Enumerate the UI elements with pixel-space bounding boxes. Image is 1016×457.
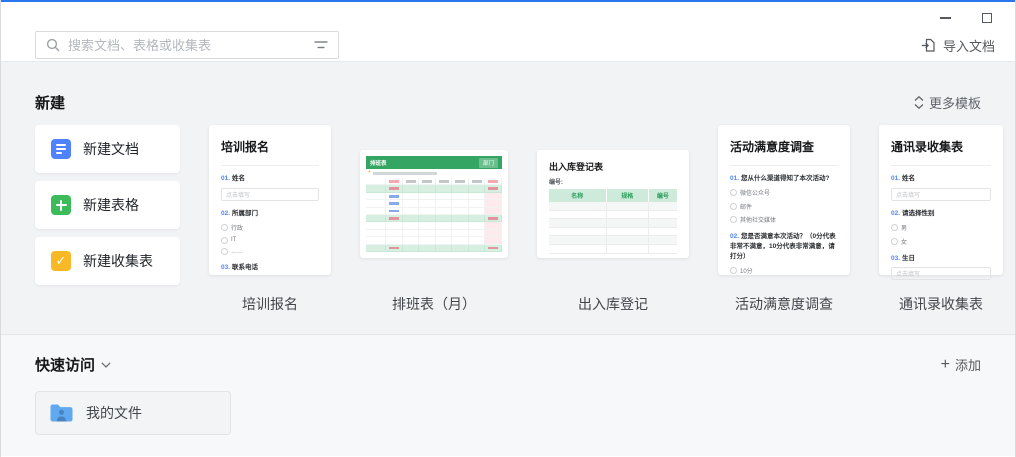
import-doc-button[interactable]: 导入文档 (921, 36, 995, 55)
template-caption: 排班表（月） (392, 294, 476, 314)
add-button[interactable]: + 添加 (941, 355, 981, 374)
new-section: 新建 更多模板 新建文档 新建表格 (1, 62, 1015, 334)
add-label: 添加 (955, 355, 981, 374)
radio-option: 邮件 (730, 202, 838, 211)
radio-option: 10分 (730, 266, 838, 275)
my-files-label: 我的文件 (86, 403, 142, 423)
radio-option: 微信公众号 (730, 188, 838, 197)
template-card-training-signup[interactable]: 培训报名 01.姓名 点击填写 02.所属部门 行政 IT …… 03.联系电话 (209, 125, 331, 275)
field-label: 01.姓名 (221, 174, 319, 184)
folder-user-icon (49, 403, 74, 423)
table-row (549, 228, 677, 237)
new-sheet-label: 新建表格 (83, 195, 139, 215)
new-form-button[interactable]: ✓ 新建收集表 (35, 237, 180, 285)
sheet-title-bar: 排班表 部门 (366, 156, 502, 169)
radio-option: 男 (891, 223, 991, 232)
field-label: 02.所属部门 (221, 209, 319, 219)
template-caption: 培训报名 (242, 294, 298, 314)
radio-option: …… (221, 248, 319, 255)
table-header: 名称 规格 编号 (549, 189, 677, 202)
window-controls (931, 8, 1001, 28)
question-label: 02.您是否满意本次活动？（0分代表非常不满意，10分代表非常满意，请打分） (730, 232, 838, 261)
template-caption: 活动满意度调查 (735, 294, 833, 314)
new-doc-button[interactable]: 新建文档 (35, 125, 180, 173)
radio-option: 女 (891, 237, 991, 246)
template-inventory-register: 出入库登记表 编号: 名称 规格 编号 出入库登记 (537, 125, 689, 314)
radio-option: IT (221, 237, 319, 244)
import-icon (921, 38, 936, 53)
maximize-icon (982, 13, 992, 23)
template-card-satisfaction-survey[interactable]: 活动满意度调查 01.您从什么渠道得知了本次活动? 微信公众号 邮件 其他社交媒… (718, 125, 850, 275)
create-buttons-column: 新建文档 新建表格 ✓ 新建收集表 (35, 125, 180, 285)
sort-arrows-icon (914, 96, 924, 109)
radio-option: 行政 (221, 223, 319, 232)
mini-input: 点击填写 (891, 188, 991, 201)
question-label: 01.您从什么渠道得知了本次活动? (730, 174, 838, 184)
search-input[interactable] (68, 38, 306, 53)
table-row (549, 219, 677, 228)
field-label: 03.生日 (891, 254, 991, 264)
preview-title: 通讯录收集表 (891, 138, 991, 155)
chevron-down-icon (101, 362, 111, 368)
sheet-dept-label: 部门 (479, 158, 498, 168)
template-satisfaction-survey: 活动满意度调查 01.您从什么渠道得知了本次活动? 微信公众号 邮件 其他社交媒… (718, 125, 850, 314)
template-card-monthly-schedule[interactable]: 排班表 部门 * (360, 150, 508, 258)
radio-option: 其他社交媒体 (730, 215, 838, 224)
template-monthly-schedule: 排班表 部门 * 排班表（月） (360, 125, 508, 314)
template-training-signup: 培训报名 01.姓名 点击填写 02.所属部门 行政 IT …… 03.联系电话… (209, 125, 331, 314)
doc-icon (51, 139, 71, 159)
import-doc-label: 导入文档 (943, 36, 995, 55)
preview-title: 出入库登记表 (549, 160, 677, 173)
mini-input: 点击填写 (891, 267, 991, 280)
field-label: 01.姓名 (891, 174, 991, 184)
preview-title: 培训报名 (221, 138, 319, 155)
column-header: 规格 (607, 189, 649, 202)
spreadsheet-plus-icon (51, 195, 71, 215)
table-row (549, 245, 677, 254)
quick-access-section: 快速访问 + 添加 我的文件 (1, 334, 1015, 456)
quick-access-title: 快速访问 (35, 354, 95, 375)
quick-access-toggle[interactable]: 快速访问 (35, 354, 111, 375)
mini-input: 点击填写 (221, 188, 319, 201)
new-form-label: 新建收集表 (83, 251, 153, 271)
new-sheet-button[interactable]: 新建表格 (35, 181, 180, 229)
code-label: 编号: (549, 177, 677, 186)
my-files-card[interactable]: 我的文件 (35, 391, 231, 435)
minimize-icon (940, 17, 951, 19)
sheet-note: * (366, 169, 502, 178)
more-templates-button[interactable]: 更多模板 (914, 93, 981, 112)
search-icon (46, 38, 60, 52)
column-header: 名称 (549, 189, 607, 202)
template-card-contact-collection[interactable]: 通讯录收集表 01.姓名 点击填写 02.请选择性别 男 女 03.生日 点击填… (879, 125, 1003, 275)
app-window: 导入文档 新建 更多模板 新建文档 (0, 0, 1016, 457)
plus-icon: + (941, 357, 950, 373)
template-caption: 出入库登记 (578, 294, 648, 314)
maximize-button[interactable] (973, 8, 1001, 28)
header-bar: 导入文档 (1, 2, 1015, 62)
field-label: 03.联系电话 (221, 263, 319, 273)
minimize-button[interactable] (931, 8, 959, 28)
table-row (549, 211, 677, 220)
field-label: 02.请选择性别 (891, 209, 991, 219)
new-section-header: 新建 更多模板 (35, 62, 981, 112)
table-row (549, 202, 677, 211)
new-section-title: 新建 (35, 92, 65, 113)
schedule-grid (366, 178, 502, 252)
table-row (549, 236, 677, 245)
template-card-inventory-register[interactable]: 出入库登记表 编号: 名称 规格 编号 (537, 150, 689, 258)
new-doc-label: 新建文档 (83, 139, 139, 159)
template-caption: 通讯录收集表 (899, 294, 983, 314)
template-contact-collection: 通讯录收集表 01.姓名 点击填写 02.请选择性别 男 女 03.生日 点击填… (879, 125, 1003, 314)
quick-access-header: 快速访问 + 添加 (35, 335, 981, 375)
more-templates-label: 更多模板 (929, 93, 981, 112)
preview-title: 活动满意度调查 (730, 138, 838, 155)
form-check-icon: ✓ (51, 251, 71, 271)
filter-icon[interactable] (314, 40, 328, 50)
search-box[interactable] (35, 31, 339, 59)
templates-row: 新建文档 新建表格 ✓ 新建收集表 培训报名 01.姓名 点击填写 (35, 125, 981, 314)
column-header: 编号 (649, 189, 677, 202)
sheet-title: 排班表 (370, 159, 387, 167)
